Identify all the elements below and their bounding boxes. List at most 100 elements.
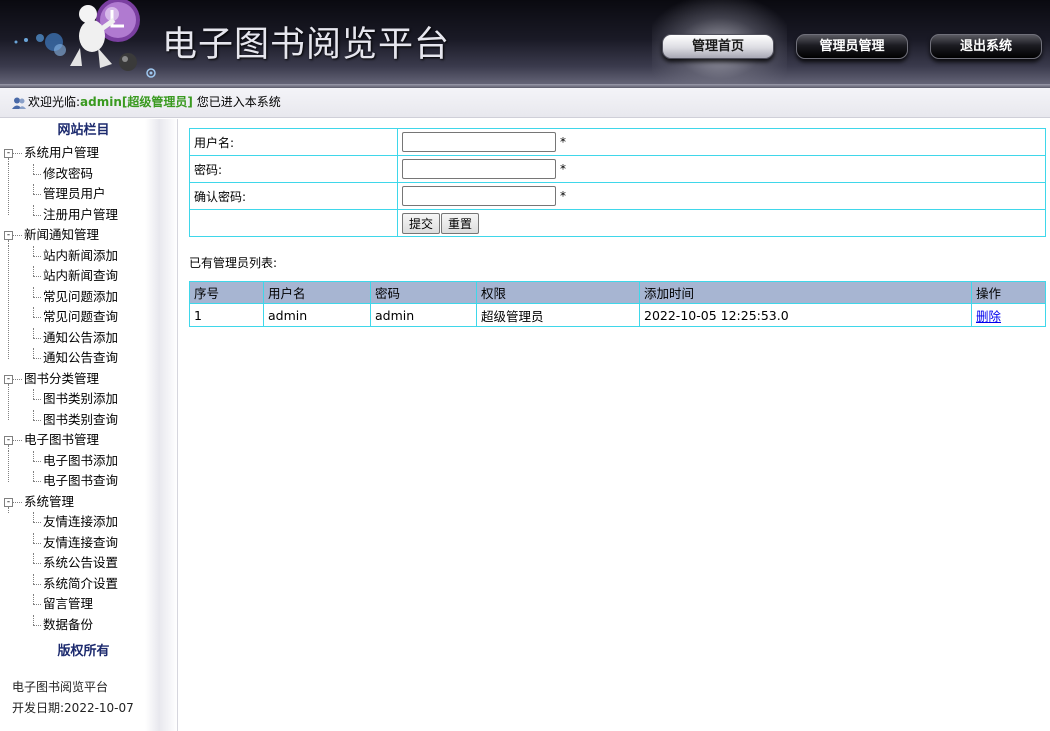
nav-logout-button[interactable]: 退出系统	[930, 34, 1042, 59]
tree-connector	[13, 440, 22, 441]
tree-connector	[33, 389, 34, 399]
sidebar-item-label: 数据备份	[43, 616, 94, 632]
tree-connector	[33, 553, 34, 563]
confirm-password-label: 确认密码:	[189, 182, 398, 210]
sidebar-item[interactable]: 管理员用户	[0, 184, 177, 205]
sidebar-item[interactable]: 图书类别添加	[0, 389, 177, 410]
tree-connector	[33, 522, 41, 523]
sidebar-group-items: 电子图书添加电子图书查询	[0, 450, 177, 492]
required-mark: *	[560, 162, 566, 176]
main-content: 用户名: * 密码: * 确认密码: * 提交 重置 已有管理员列表: 序号 用…	[189, 128, 1046, 327]
admin-table: 序号 用户名 密码 权限 添加时间 操作 1 admin admin 超级管理员…	[189, 281, 1046, 327]
tree-connector	[13, 235, 22, 236]
tree-connector	[33, 184, 34, 194]
admin-form: 用户名: * 密码: * 确认密码: * 提交 重置	[189, 128, 1046, 237]
sidebar-item[interactable]: 修改密码	[0, 163, 177, 185]
tree-connector	[33, 481, 41, 482]
collapse-icon[interactable]: -	[4, 231, 13, 240]
nav-admin-management-button[interactable]: 管理员管理	[796, 34, 908, 59]
tree-connector	[13, 153, 22, 154]
site-title: 电子图书阅览平台	[162, 25, 451, 65]
sidebar-item[interactable]: 友情连接查询	[0, 532, 177, 554]
sidebar-tree: - 系统用户管理 修改密码 管理员用户 注册用户管理 - 新闻通知管理 站内新闻添加站内新闻查…	[0, 143, 177, 635]
username-row: 用户名: *	[189, 128, 1046, 156]
tree-connector	[33, 419, 41, 421]
sidebar-item-label: 图书类别添加	[43, 391, 119, 406]
sidebar: 网站栏目 - 系统用户管理 修改密码 管理员用户 注册用户管理 - 新闻通知管理 站内新闻添加…	[0, 119, 178, 731]
sidebar-item[interactable]: 通知公告添加	[0, 327, 177, 349]
sidebar-item-label: 系统简介设置	[43, 575, 119, 591]
collapse-icon[interactable]: -	[4, 374, 13, 384]
tree-connector	[33, 614, 34, 625]
sidebar-group-toggle[interactable]: - 系统用户管理	[0, 143, 177, 164]
sidebar-item-label: 系统公告设置	[43, 555, 119, 570]
cell-password: admin	[370, 303, 477, 327]
sidebar-group-items: 站内新闻添加站内新闻查询 常见问题添加常见问题查询 通知公告添加通知公告查询	[0, 245, 177, 369]
tree-connector	[33, 245, 34, 256]
sidebar-item[interactable]: 常见问题添加	[0, 286, 177, 308]
tree-connector	[33, 450, 34, 461]
reset-button[interactable]: 重置	[441, 212, 480, 234]
sidebar-item[interactable]: 系统公告设置	[0, 553, 177, 574]
logo-mascot-icon	[14, 0, 156, 78]
col-role-header: 权限	[476, 281, 640, 304]
sidebar-item[interactable]: 系统简介设置	[0, 573, 177, 595]
sidebar-group-toggle[interactable]: - 新闻通知管理	[0, 225, 177, 246]
copyright-title: 版权所有	[57, 644, 110, 659]
password-input[interactable]	[402, 159, 556, 179]
sidebar-item-label: 站内新闻添加	[43, 247, 119, 263]
tree-connector	[33, 594, 34, 604]
collapse-icon[interactable]: -	[4, 497, 13, 507]
sidebar-group: - 系统用户管理 修改密码 管理员用户 注册用户管理	[0, 143, 177, 225]
sidebar-item-label: 通知公告添加	[43, 329, 119, 345]
sidebar-item[interactable]: 电子图书查询	[0, 471, 177, 492]
sidebar-item[interactable]: 友情连接添加	[0, 512, 177, 533]
sidebar-item[interactable]: 注册用户管理	[0, 204, 177, 226]
tree-connector	[33, 173, 41, 175]
tree-connector	[33, 460, 41, 462]
delete-link[interactable]: 删除	[976, 309, 1001, 324]
tree-connector	[13, 378, 22, 380]
header: 电子图书阅览平台 管理首页 管理员管理 退出系统	[0, 0, 1050, 88]
sidebar-item[interactable]: 站内新闻查询	[0, 266, 177, 287]
tree-connector	[33, 266, 34, 276]
sidebar-item[interactable]: 图书类别查询	[0, 409, 177, 431]
sidebar-item-label: 电子图书添加	[43, 452, 119, 468]
sidebar-group-items: 友情连接添加 友情连接查询 系统公告设置 系统简介设置留言管理 数据备份	[0, 512, 177, 635]
tree-connector	[33, 409, 34, 420]
password-cell: *	[397, 155, 1046, 183]
nav-home-button[interactable]: 管理首页	[662, 34, 774, 59]
sidebar-item-label: 常见问题添加	[43, 288, 119, 304]
tree-connector	[33, 348, 34, 358]
col-username-header: 用户名	[263, 281, 371, 304]
welcome-prefix: 欢迎光临:	[28, 95, 81, 109]
sidebar-group-toggle[interactable]: - 图书分类管理	[0, 369, 177, 390]
sidebar-item[interactable]: 数据备份	[0, 614, 177, 636]
tree-connector	[33, 573, 34, 584]
sidebar-group-label: 图书分类管理	[24, 370, 100, 386]
username-input[interactable]	[402, 132, 556, 152]
col-added-time-header: 添加时间	[639, 281, 972, 304]
sidebar-heading: 网站栏目	[57, 123, 110, 138]
username-label: 用户名:	[189, 128, 398, 156]
sidebar-group-toggle[interactable]: - 系统管理	[0, 492, 177, 513]
sidebar-item[interactable]: 站内新闻添加	[0, 245, 177, 267]
collapse-icon[interactable]: -	[4, 149, 13, 158]
sidebar-item[interactable]: 常见问题查询	[0, 307, 177, 328]
collapse-icon[interactable]: -	[4, 436, 13, 445]
sidebar-group-toggle[interactable]: - 电子图书管理	[0, 430, 177, 451]
sidebar-item[interactable]: 通知公告查询	[0, 348, 177, 369]
confirm-password-input[interactable]	[402, 186, 556, 206]
sidebar-item-label: 图书类别查询	[43, 411, 119, 427]
sidebar-group: - 电子图书管理电子图书添加电子图书查询	[0, 430, 177, 492]
password-row: 密码: *	[189, 155, 1046, 183]
sidebar-group-label: 电子图书管理	[24, 432, 100, 447]
sidebar-item[interactable]: 电子图书添加	[0, 450, 177, 472]
tree-connector	[33, 358, 41, 359]
required-mark: *	[560, 189, 566, 203]
sidebar-item[interactable]: 留言管理	[0, 594, 177, 615]
submit-button[interactable]: 提交	[402, 212, 441, 234]
confirm-password-row: 确认密码: *	[189, 182, 1046, 210]
cell-index: 1	[189, 303, 264, 327]
col-action-header: 操作	[971, 281, 1046, 304]
